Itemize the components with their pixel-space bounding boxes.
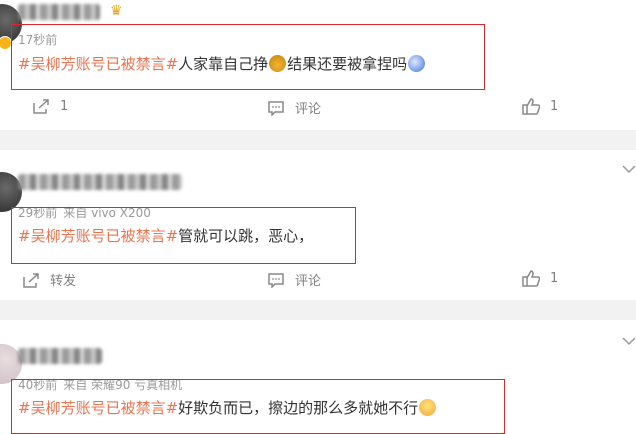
comment-text-part: 好欺负而已，擦边的那么多就她不行: [178, 399, 419, 417]
comment-card-2: 29秒前 来自 vivo X200 #吴柳芳账号已被禁言#管就可以跳，恶心， 转发…: [0, 150, 636, 300]
comment-button[interactable]: 评论: [267, 270, 321, 289]
chevron-down-icon[interactable]: [622, 164, 636, 174]
divider: [0, 130, 636, 150]
chevron-down-icon[interactable]: [622, 336, 636, 346]
comment-label: 评论: [295, 102, 322, 117]
comment-icon: [268, 272, 284, 288]
share-button[interactable]: 转发: [22, 270, 76, 289]
comment-card-3: 40秒前 来自 荣耀90 亏真相机 #吴柳芳账号已被禁言#好欺负而已，擦边的那么多…: [0, 320, 636, 434]
comment-text: #吴柳芳账号已被禁言#好欺负而已，擦边的那么多就她不行: [18, 398, 437, 418]
thumbs-up-icon: [522, 98, 540, 115]
like-button[interactable]: 1: [522, 270, 558, 287]
comment-card-1: ♛ 17秒前 #吴柳芳账号已被禁言#人家靠自己挣 结果还要被拿捏吗 1 评论 1: [0, 0, 636, 130]
like-count: 1: [550, 271, 559, 286]
money-bag-icon: [269, 55, 287, 72]
divider: [0, 300, 636, 320]
like-button[interactable]: 1: [522, 98, 558, 115]
comment-text: #吴柳芳账号已被禁言#管就可以跳，恶心，: [18, 226, 313, 246]
hashtag-link[interactable]: #吴柳芳账号已被禁言#: [18, 55, 178, 73]
share-icon: [23, 272, 39, 288]
comment-text-part: 管就可以跳，恶心，: [178, 227, 314, 245]
hashtag-link[interactable]: #吴柳芳账号已被禁言#: [18, 399, 178, 417]
sly-face-icon: [408, 55, 426, 72]
share-label: 转发: [50, 274, 77, 289]
username-blurred[interactable]: [18, 4, 100, 20]
thumbs-up-icon: [522, 270, 540, 287]
share-count: 1: [60, 98, 69, 114]
comment-button[interactable]: 评论: [267, 98, 321, 117]
share-button[interactable]: 1: [32, 98, 68, 114]
comment-text: #吴柳芳账号已被禁言#人家靠自己挣 结果还要被拿捏吗: [18, 54, 426, 74]
comment-icon: [268, 100, 284, 116]
like-count: 1: [550, 99, 559, 114]
comment-label: 评论: [295, 274, 322, 289]
comment-text-part: 人家靠自己挣: [178, 55, 269, 73]
hashtag-link[interactable]: #吴柳芳账号已被禁言#: [18, 227, 178, 245]
username-blurred[interactable]: [18, 348, 102, 364]
comment-text-part: 结果还要被拿捏吗: [287, 55, 408, 73]
shrug-icon: [419, 399, 437, 416]
username-blurred[interactable]: [18, 174, 182, 190]
share-icon: [33, 99, 49, 114]
crown-icon: ♛: [110, 3, 123, 19]
